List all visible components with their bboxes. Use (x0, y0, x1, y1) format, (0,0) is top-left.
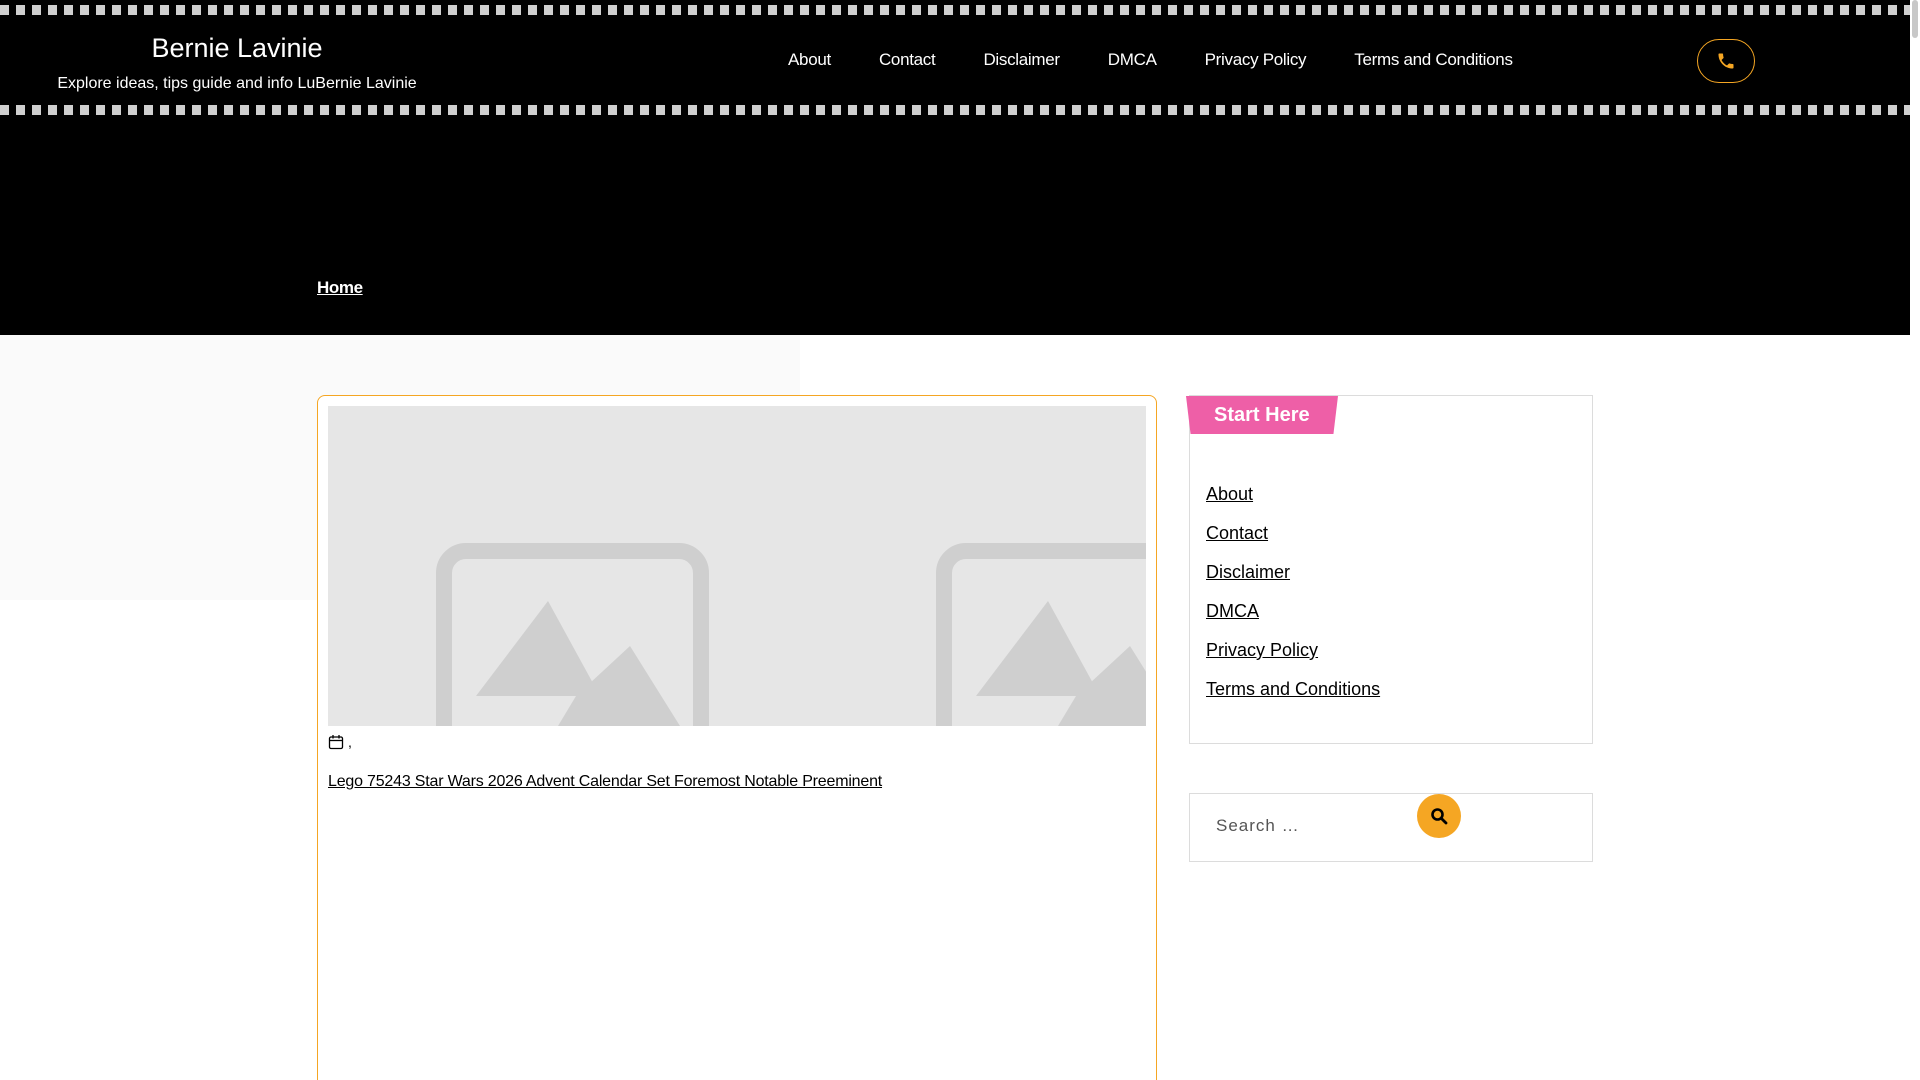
nav-contact[interactable]: Contact (879, 48, 936, 72)
widget-title: Start Here (1186, 396, 1338, 434)
scrollbar-track[interactable] (1910, 0, 1920, 1080)
widget-link-about[interactable]: About (1206, 484, 1380, 504)
search-input[interactable]: Search … (1216, 816, 1300, 836)
scrollbar-thumb[interactable] (1912, 0, 1918, 38)
site-branding: Bernie Lavinie Explore ideas, tips guide… (56, 30, 418, 94)
nav-privacy-policy[interactable]: Privacy Policy (1205, 48, 1307, 72)
nav-terms[interactable]: Terms and Conditions (1354, 48, 1513, 72)
decorative-border-top (0, 5, 1910, 15)
breadcrumb-home[interactable]: Home (317, 278, 363, 298)
calendar-icon (328, 735, 344, 750)
nav-dmca[interactable]: DMCA (1108, 48, 1157, 72)
post-title-link[interactable]: Lego 75243 Star Wars 2026 Advent Calenda… (328, 773, 882, 791)
phone-button[interactable] (1697, 39, 1755, 83)
search-icon (1431, 808, 1448, 825)
image-placeholder-icon (436, 543, 1146, 726)
post-card: , Lego 75243 Star Wars 2026 Advent Calen… (317, 395, 1157, 1080)
phone-icon (1718, 53, 1734, 69)
search-form: Search … (1189, 793, 1593, 862)
widget-link-list: About Contact Disclaimer DMCA Privacy Po… (1206, 484, 1380, 718)
decorative-border-bottom (0, 105, 1910, 115)
site-tagline: Explore ideas, tips guide and info LuBer… (57, 75, 417, 92)
site-header: Bernie Lavinie Explore ideas, tips guide… (0, 0, 1910, 335)
widget-link-disclaimer[interactable]: Disclaimer (1206, 562, 1380, 582)
nav-about[interactable]: About (788, 48, 831, 72)
widget-link-privacy-policy[interactable]: Privacy Policy (1206, 640, 1380, 660)
widget-link-contact[interactable]: Contact (1206, 523, 1380, 543)
start-here-widget: Start Here About Contact Disclaimer DMCA… (1186, 395, 1593, 744)
post-thumbnail[interactable] (328, 406, 1146, 726)
widget-link-terms[interactable]: Terms and Conditions (1206, 679, 1380, 699)
widget-link-dmca[interactable]: DMCA (1206, 601, 1380, 621)
post-meta: , (328, 734, 352, 750)
search-button[interactable] (1417, 794, 1461, 838)
nav-disclaimer[interactable]: Disclaimer (983, 48, 1060, 72)
post-date: , (348, 734, 352, 750)
main-navigation: About Contact Disclaimer DMCA Privacy Po… (788, 48, 1513, 72)
site-title[interactable]: Bernie Lavinie (56, 30, 418, 66)
